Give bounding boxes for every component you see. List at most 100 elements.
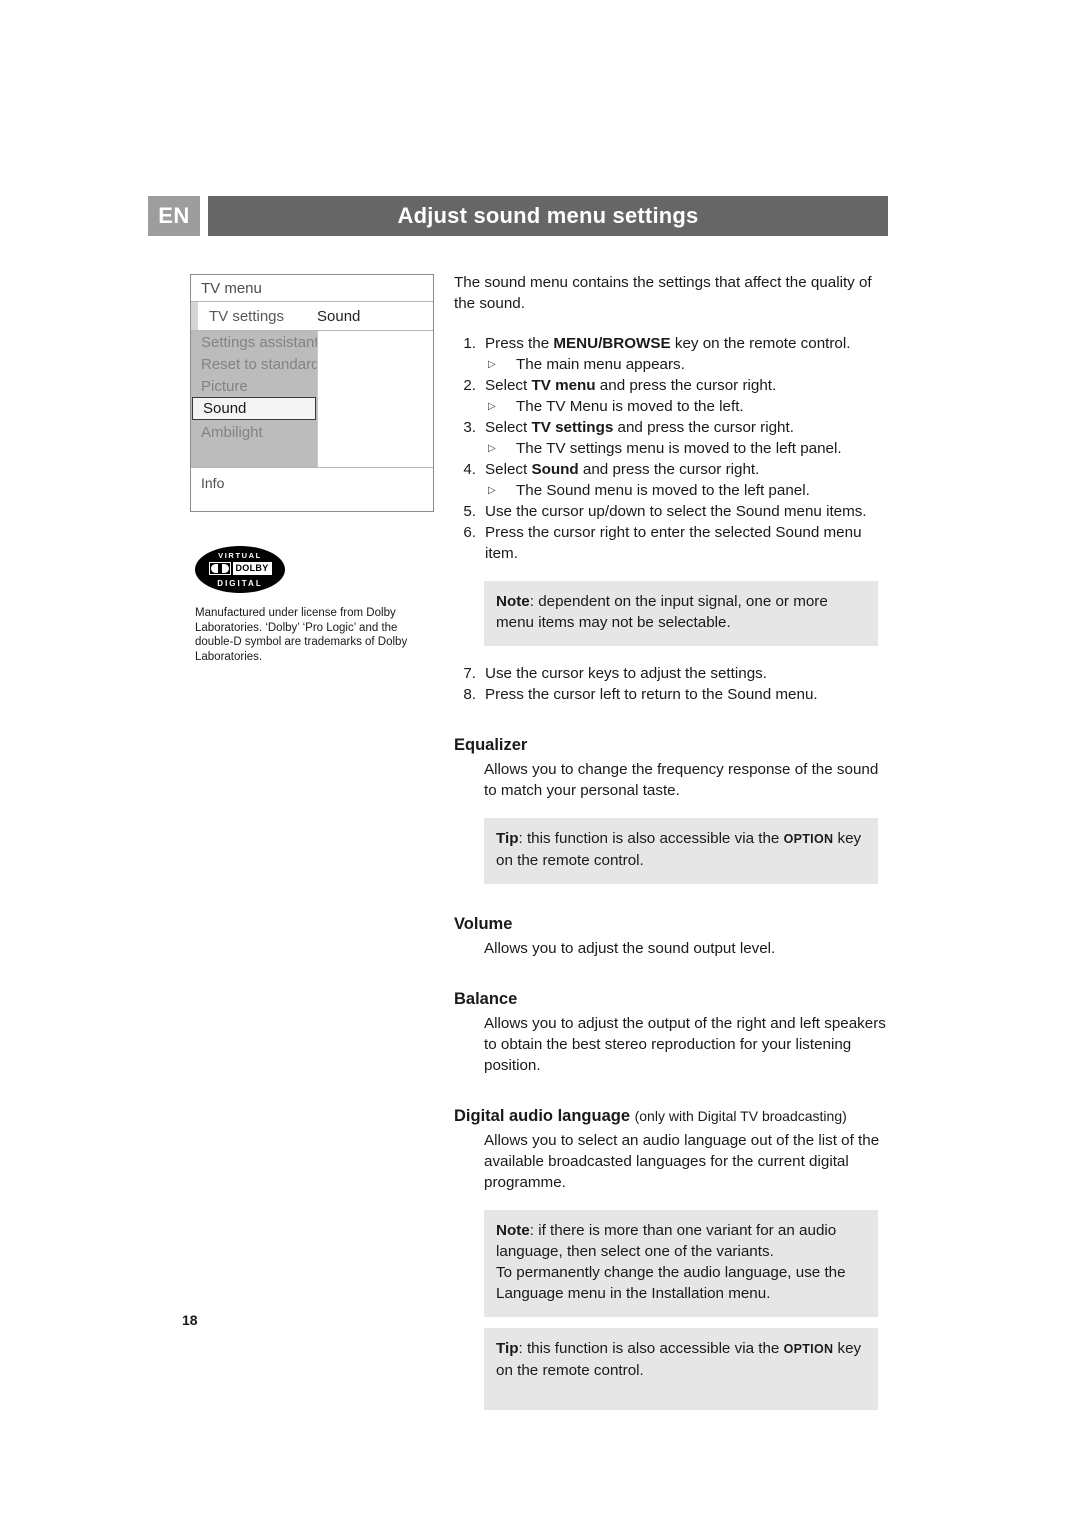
step-subline-text: The main menu appears. (516, 356, 685, 373)
tv-menu-subtitle: TV settings (209, 307, 285, 325)
section-heading-digital-audio-language: Digital audio language (only with Digita… (454, 1106, 890, 1127)
step-subline-text: The TV Menu is moved to the left. (516, 398, 744, 415)
section-body-balance: Allows you to adjust the output of the r… (484, 1015, 886, 1074)
step-number: 3. (463, 419, 476, 436)
page-header: EN Adjust sound menu settings (148, 196, 888, 236)
dolby-digital-logo-icon: VIRTUAL DOLBY DIGITAL (195, 546, 285, 593)
section-body-volume: Allows you to adjust the sound output le… (484, 940, 776, 957)
tv-menu-item-ambilight[interactable]: Ambilight (191, 421, 317, 443)
section-heading-volume: Volume (454, 915, 513, 933)
triangle-bullet-icon: ▷ (488, 401, 496, 412)
step-text-pre: Use the cursor up/down to select the Sou… (485, 503, 867, 520)
step-number: 1. (463, 335, 476, 352)
steps-list-part1: 1. Press the MENU/BROWSE key on the remo… (454, 333, 890, 564)
step-subline: ▷ The main menu appears. (485, 354, 890, 375)
step-number: 2. (463, 377, 476, 394)
right-column: The sound menu contains the settings tha… (454, 272, 890, 1410)
tv-menu-mockup: TV menu TV settings Sound Settings assis… (190, 274, 434, 512)
step-number: 8. (463, 686, 476, 703)
language-badge: EN (148, 196, 200, 236)
tip-pre: : this function is also accessible via t… (518, 1340, 784, 1357)
tip-callout-2-text: Tip: this function is also accessible vi… (496, 1338, 866, 1381)
left-column: TV menu TV settings Sound Settings assis… (190, 274, 436, 664)
tv-menu-divider (317, 331, 318, 467)
tv-menu-accent-band (191, 302, 198, 330)
section-heading-equalizer: Equalizer (454, 736, 528, 754)
tv-menu-item-settings-assistant[interactable]: Settings assistant (191, 331, 317, 353)
step-text-bold: MENU/BROWSE (553, 335, 671, 352)
note-label: Note (496, 593, 530, 610)
dolby-digital-text: DIGITAL (217, 579, 263, 588)
tip-label: Tip (496, 1340, 519, 1357)
step-text-post: key on the remote control. (670, 335, 851, 352)
tip-callout-2: Tip: this function is also accessible vi… (484, 1328, 878, 1410)
step-number: 6. (463, 524, 476, 541)
step-item: 3. Select TV settings and press the curs… (454, 417, 890, 459)
step-text-pre: Press the cursor right to enter the sele… (485, 524, 862, 562)
triangle-bullet-icon: ▷ (488, 443, 496, 454)
step-text-bold: Sound (531, 461, 579, 478)
step-text-post: and press the cursor right. (613, 419, 794, 436)
step-text-pre: Select (485, 377, 532, 394)
step-text-bold: TV menu (531, 377, 596, 394)
step-text-pre: Select (485, 461, 532, 478)
note-callout-2-line1: Note: if there is more than one variant … (496, 1220, 866, 1262)
step-text: Press the cursor left to return to the S… (485, 686, 818, 703)
tip-callout-1-text: Tip: this function is also accessible vi… (496, 828, 866, 871)
step-text-post: and press the cursor right. (595, 377, 777, 394)
steps-list-part2: 7. Use the cursor keys to adjust the set… (454, 663, 890, 705)
step-item: 6. Press the cursor right to enter the s… (454, 522, 890, 564)
triangle-bullet-icon: ▷ (488, 485, 496, 496)
step-subline-text: The Sound menu is moved to the left pane… (516, 482, 810, 499)
tip-callout-1: Tip: this function is also accessible vi… (484, 818, 878, 884)
dolby-wordmark: DOLBY (232, 562, 272, 575)
step-item: 1. Press the MENU/BROWSE key on the remo… (454, 333, 890, 375)
tv-menu-subtitle-row: TV settings Sound (191, 302, 433, 331)
tv-menu-info-row: Info (191, 467, 433, 511)
tv-menu-item-sound[interactable]: Sound (192, 397, 316, 420)
note-body-line1: : if there is more than one variant for … (496, 1222, 837, 1260)
page-title: Adjust sound menu settings (208, 196, 888, 236)
double-d-symbol-icon (208, 562, 231, 575)
tv-menu-body: Settings assistant Reset to standard Pic… (191, 331, 433, 467)
intro-paragraph: The sound menu contains the settings tha… (454, 274, 872, 312)
step-text: Use the cursor keys to adjust the settin… (485, 665, 767, 682)
step-subline-text: The TV settings menu is moved to the lef… (516, 440, 842, 457)
tv-menu-title: TV menu (191, 275, 433, 302)
note-callout-2: Note: if there is more than one variant … (484, 1210, 878, 1317)
dolby-mid-row: DOLBY (195, 562, 285, 575)
note-callout-1: Note: dependent on the input signal, one… (484, 581, 878, 646)
note-callout-1-text: Note: dependent on the input signal, one… (496, 591, 866, 633)
note-label: Note (496, 1222, 530, 1239)
step-text-bold: TV settings (531, 419, 614, 436)
step-item: 8. Press the cursor left to return to th… (454, 684, 890, 705)
dal-heading-sub: (only with Digital TV broadcasting) (634, 1108, 847, 1124)
step-item: 7. Use the cursor keys to adjust the set… (454, 663, 890, 684)
tv-menu-item-reset-to-standard[interactable]: Reset to standard (191, 353, 317, 375)
dolby-virtual-text: VIRTUAL (218, 551, 262, 560)
step-text-post: and press the cursor right. (578, 461, 760, 478)
dolby-block: VIRTUAL DOLBY DIGITAL Manufactured under… (195, 546, 436, 664)
tv-menu-right-label: Sound (317, 307, 361, 325)
step-text-pre: Press the (485, 335, 554, 352)
tip-pre: : this function is also accessible via t… (518, 830, 784, 847)
step-item: 2. Select TV menu and press the cursor r… (454, 375, 890, 417)
option-key-label: OPTION (783, 832, 834, 846)
dolby-credit-text: Manufactured under license from Dolby La… (195, 607, 408, 663)
page-number: 18 (182, 1312, 198, 1328)
step-item: 4. Select Sound and press the cursor rig… (454, 459, 890, 501)
step-subline: ▷ The TV Menu is moved to the left. (485, 396, 890, 417)
step-item: 5. Use the cursor up/down to select the … (454, 501, 890, 522)
tv-menu-item-picture[interactable]: Picture (191, 375, 317, 397)
step-number: 7. (463, 665, 476, 682)
step-number: 5. (463, 503, 476, 520)
option-key-label: OPTION (783, 1342, 834, 1356)
triangle-bullet-icon: ▷ (488, 359, 496, 370)
section-body-digital-audio-language: Allows you to select an audio language o… (484, 1132, 880, 1191)
tip-label: Tip (496, 830, 519, 847)
note-body: : dependent on the input signal, one or … (496, 593, 828, 631)
section-body-equalizer: Allows you to change the frequency respo… (484, 761, 879, 799)
dal-heading-main: Digital audio language (454, 1107, 631, 1125)
step-number: 4. (463, 461, 476, 478)
step-subline: ▷ The TV settings menu is moved to the l… (485, 438, 890, 459)
